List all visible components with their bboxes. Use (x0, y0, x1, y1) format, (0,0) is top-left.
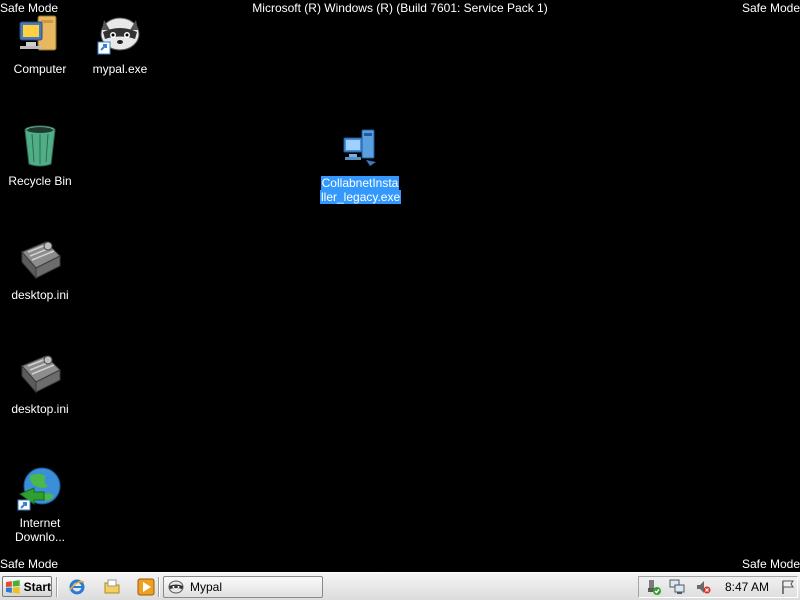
desktop-icon-label: Recycle Bin (8, 174, 72, 188)
safe-mode-label-bottom-right: Safe Mode (741, 557, 800, 571)
raccoon-icon (97, 17, 140, 55)
desktop-icon-mypal[interactable]: mypal.exe (80, 10, 160, 76)
desktop-icon-collabnet-installer[interactable]: CollabnetInsta ller_legacy.exe (320, 124, 402, 204)
media-player-icon[interactable] (137, 578, 155, 596)
start-button[interactable]: Start (2, 576, 52, 597)
desktop-icon-computer[interactable]: Computer (0, 10, 80, 76)
installer-icon (343, 129, 376, 166)
recycle-bin-icon (24, 125, 56, 167)
taskbar: Start Mypal 8:47 AM (0, 572, 800, 600)
folder-icon[interactable] (103, 578, 121, 596)
desktop-icon-internet-download-manager[interactable]: Internet Downlo... (0, 464, 80, 544)
desktop[interactable]: Safe Mode Microsoft (R) Windows (R) (Bui… (0, 0, 800, 572)
action-center-flag-icon[interactable] (780, 579, 796, 595)
desktop-icon-label: desktop.ini (11, 402, 69, 416)
desktop-icon-label-line2: Downlo... (14, 530, 66, 544)
settings-file-icon (21, 355, 61, 394)
safe-mode-label-bottom-left: Safe Mode (0, 557, 59, 571)
desktop-icon-label-line1: CollabnetInsta (320, 176, 400, 190)
settings-file-icon (21, 241, 61, 280)
taskbar-button-mypal[interactable]: Mypal (163, 576, 323, 598)
desktop-icon-label: mypal.exe (92, 62, 148, 76)
network-icon[interactable] (669, 579, 685, 595)
start-button-label: Start (23, 579, 51, 594)
taskbar-separator (158, 577, 160, 597)
ie-icon[interactable] (68, 578, 86, 596)
desktop-icon-label-line2: ller_legacy.exe (320, 190, 402, 204)
desktop-icon-label-line1: Internet (19, 516, 61, 530)
taskbar-separator (56, 577, 58, 597)
computer-icon (19, 15, 57, 51)
safe-mode-label-top-right: Safe Mode (741, 1, 800, 15)
desktop-icon-desktop-ini-2[interactable]: desktop.ini (0, 350, 80, 416)
desktop-icon-recycle-bin[interactable]: Recycle Bin (0, 122, 80, 188)
windows-flag-icon (5, 579, 20, 594)
desktop-icon-label: desktop.ini (11, 288, 69, 302)
desktop-icon-desktop-ini-1[interactable]: desktop.ini (0, 236, 80, 302)
volume-muted-icon[interactable] (695, 579, 711, 595)
taskbar-clock[interactable]: 8:47 AM (725, 579, 769, 595)
desktop-icon-label: Computer (13, 62, 67, 76)
safely-remove-icon[interactable] (645, 579, 661, 595)
download-manager-icon (17, 467, 61, 511)
raccoon-icon (168, 580, 184, 594)
taskbar-button-label: Mypal (190, 580, 223, 594)
system-tray: 8:47 AM (638, 576, 798, 598)
